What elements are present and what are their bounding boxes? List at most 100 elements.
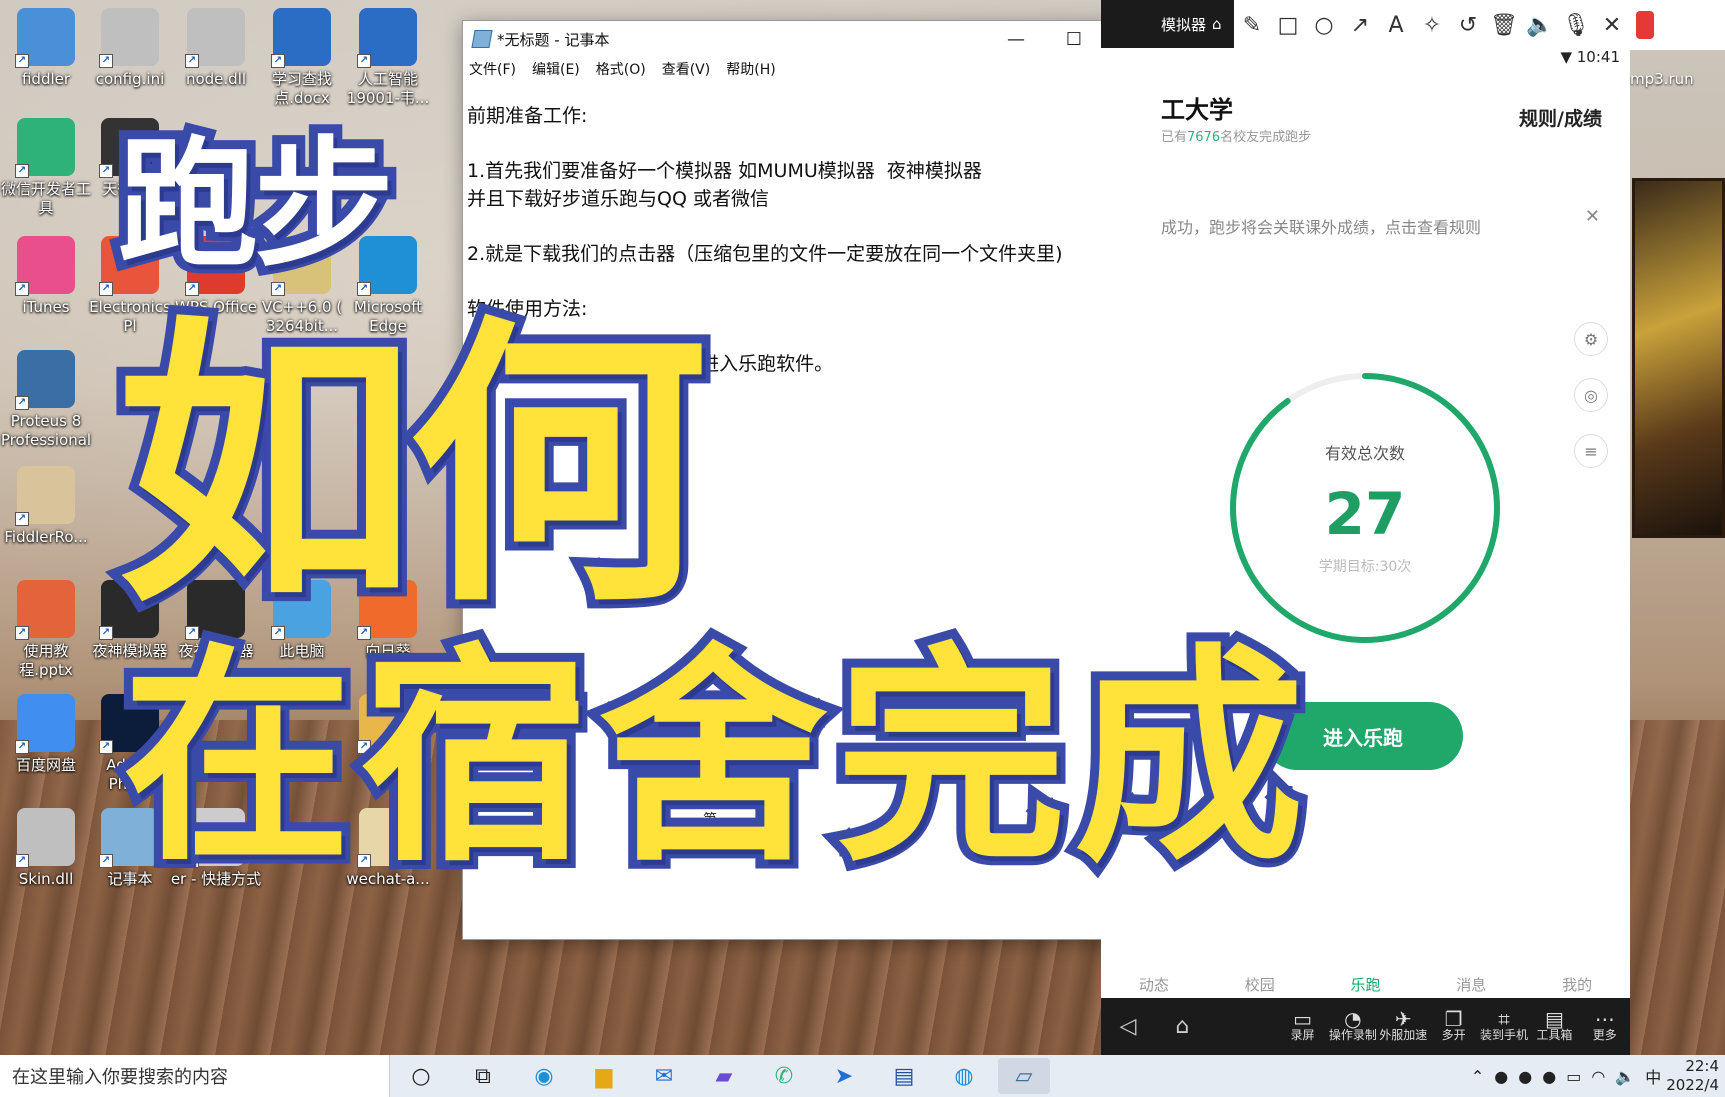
- feishu-taskbar-icon[interactable]: ➤: [818, 1058, 870, 1094]
- shortcut-arrow-icon: ↗: [271, 54, 285, 68]
- editor-taskbar-icon[interactable]: ▤: [878, 1058, 930, 1094]
- notepad-titlebar[interactable]: *无标题 - 记事本 — ☐ ✕: [463, 21, 1161, 57]
- macro-record-button[interactable]: ◔ 操作录制: [1328, 1009, 1378, 1042]
- rules-notice[interactable]: 成功，跑步将会关联课外成绩，点击查看规则: [1161, 214, 1481, 238]
- shortcut-arrow-icon: ↗: [357, 54, 371, 68]
- toolbox-button[interactable]: ▤ 工具箱: [1529, 1009, 1579, 1042]
- accelerate-button[interactable]: ✈ 外服加速: [1378, 1009, 1428, 1042]
- desktop-icon[interactable]: ↗ Proteus 8 Professional: [0, 350, 92, 450]
- battery-icon[interactable]: ▭: [1566, 1067, 1581, 1086]
- desktop-icon[interactable]: ↗ config.ini: [84, 8, 176, 89]
- edge-taskbar-icon[interactable]: ◉: [518, 1058, 570, 1094]
- signal-icon: ▼: [1560, 48, 1572, 66]
- file-icon: ↗: [357, 8, 417, 68]
- shortcut-arrow-icon: ↗: [99, 854, 113, 868]
- shortcut-arrow-icon: ↗: [99, 626, 113, 640]
- rules-scores-link[interactable]: 规则/成绩: [1519, 104, 1602, 131]
- file-icon: ↗: [185, 8, 245, 68]
- minimize-button[interactable]: —: [987, 21, 1045, 57]
- close-icon[interactable]: ✕: [1594, 13, 1630, 38]
- undo-icon[interactable]: ↺: [1450, 13, 1486, 38]
- record-screen-button[interactable]: ▭ 录屏: [1277, 1009, 1327, 1042]
- desktop-icon[interactable]: ↗ 微信开发者工具: [0, 118, 92, 218]
- desktop-icon[interactable]: ↗ 使用教程.pptx: [0, 580, 92, 680]
- more-button[interactable]: ⋯ 更多: [1580, 1009, 1630, 1042]
- camera-icon[interactable]: ◎: [1574, 378, 1608, 412]
- tab-campus[interactable]: 校园: [1207, 940, 1313, 998]
- tab-me[interactable]: 我的: [1524, 940, 1630, 998]
- shortcut-arrow-icon: ↗: [99, 54, 113, 68]
- file-icon: ↗: [15, 8, 75, 68]
- pencil-icon[interactable]: ✎: [1234, 13, 1270, 38]
- desktop-icon[interactable]: ↗ node.dll: [170, 8, 262, 89]
- tab-messages[interactable]: 消息: [1418, 940, 1524, 998]
- semester-goal: 学期目标:30次: [1318, 559, 1412, 575]
- valid-run-count: 27: [1324, 480, 1406, 548]
- shortcut-arrow-icon: ↗: [185, 54, 199, 68]
- settings-icon[interactable]: ⚙: [1574, 322, 1608, 356]
- explorer-taskbar-icon[interactable]: ▆: [578, 1058, 630, 1094]
- tray-expand-icon[interactable]: ⌃: [1471, 1067, 1484, 1086]
- desktop-icon-label: config.ini: [95, 70, 165, 88]
- file-icon: ↗: [271, 8, 331, 68]
- desktop-icon-label: 百度网盘: [15, 756, 76, 774]
- maximize-button[interactable]: ☐: [1045, 21, 1103, 57]
- wifi-icon[interactable]: ◠: [1591, 1067, 1605, 1086]
- microphone-icon[interactable]: 🎙: [1558, 13, 1594, 38]
- menu-edit[interactable]: 编辑(E): [532, 59, 580, 79]
- wechat-taskbar-icon[interactable]: ✆: [758, 1058, 810, 1094]
- desktop-icon-label: 使用教程.pptx: [19, 642, 73, 679]
- mp3-run-file-label[interactable]: mp3.run: [1630, 70, 1694, 88]
- install-to-phone-button[interactable]: ⌗ 装到手机: [1479, 1009, 1529, 1042]
- home-icon[interactable]: ⌂: [1212, 15, 1222, 33]
- notice-close-icon[interactable]: ✕: [1585, 206, 1600, 227]
- desktop-icon-label: Proteus 8 Professional: [0, 412, 92, 449]
- arrow-icon[interactable]: ↗: [1342, 13, 1378, 38]
- delete-icon[interactable]: 🗑: [1486, 13, 1522, 38]
- desktop-icon-label: Skin.dll: [18, 870, 74, 888]
- shortcut-arrow-icon: ↗: [15, 854, 29, 868]
- desktop-icon-label: iTunes: [22, 298, 70, 316]
- desktop-icon[interactable]: ↗ iTunes: [0, 236, 92, 317]
- qq-tray-icon-2[interactable]: ●: [1518, 1067, 1532, 1086]
- tab-feed[interactable]: 动态: [1101, 940, 1207, 998]
- speaker-icon[interactable]: 🔈: [1522, 13, 1558, 38]
- file-icon: ↗: [15, 350, 75, 410]
- desktop-icon[interactable]: ↗ fiddler: [0, 8, 92, 89]
- text-icon[interactable]: A: [1378, 13, 1414, 38]
- taskbar: 在这里输入你要搜索的内容 ○ ⧉ ◉ ▆ ✉ ▰ ✆ ➤ ▤ ◍ ▱ ⌃ ● ●…: [0, 1055, 1725, 1097]
- notepad-icon: [471, 30, 493, 48]
- qq-tray-icon-3[interactable]: ●: [1542, 1067, 1556, 1086]
- volume-icon[interactable]: 🔈: [1615, 1067, 1635, 1086]
- taskbar-search-input[interactable]: 在这里输入你要搜索的内容: [0, 1055, 390, 1097]
- task-view-icon[interactable]: ⧉: [452, 1064, 514, 1089]
- rectangle-icon[interactable]: □: [1270, 13, 1306, 38]
- university-name: 工大学: [1161, 96, 1233, 124]
- menu-view[interactable]: 查看(V): [662, 59, 711, 79]
- notepad-taskbar-icon[interactable]: ▱: [998, 1058, 1050, 1094]
- list-icon[interactable]: ≡: [1574, 434, 1608, 468]
- vs-taskbar-icon[interactable]: ▰: [698, 1058, 750, 1094]
- desktop-icon[interactable]: ↗ Skin.dll: [0, 808, 92, 889]
- shortcut-arrow-icon: ↗: [15, 512, 29, 526]
- highlight-icon[interactable]: ✧: [1414, 13, 1450, 38]
- menu-help[interactable]: 帮助(H): [726, 59, 775, 79]
- progress-ring: 有效总次数 27 学期目标:30次: [1225, 368, 1505, 648]
- desktop-icon[interactable]: ↗ FiddlerRo...: [0, 466, 92, 547]
- tab-run[interactable]: 乐跑: [1313, 940, 1419, 998]
- back-icon[interactable]: ◁: [1101, 1014, 1155, 1039]
- ime-indicator[interactable]: 中: [1645, 1064, 1661, 1088]
- shortcut-arrow-icon: ↗: [15, 164, 29, 178]
- taskbar-clock[interactable]: 22:4 2022/4: [1666, 1057, 1719, 1095]
- app-tabbar: 动态 校园 乐跑 消息 我的: [1101, 940, 1630, 998]
- cortana-icon[interactable]: ○: [390, 1064, 452, 1089]
- mail-taskbar-icon[interactable]: ✉: [638, 1058, 690, 1094]
- desktop-icon[interactable]: ↗ 百度网盘: [0, 694, 92, 775]
- menu-file[interactable]: 文件(F): [469, 59, 516, 79]
- home-nav-icon[interactable]: ⌂: [1155, 1014, 1209, 1039]
- qq-tray-icon[interactable]: ●: [1494, 1067, 1508, 1086]
- circle-icon[interactable]: ○: [1306, 13, 1342, 38]
- menu-format[interactable]: 格式(O): [596, 59, 646, 79]
- mumu-taskbar-icon[interactable]: ◍: [938, 1058, 990, 1094]
- multi-instance-button[interactable]: ❐ 多开: [1428, 1009, 1478, 1042]
